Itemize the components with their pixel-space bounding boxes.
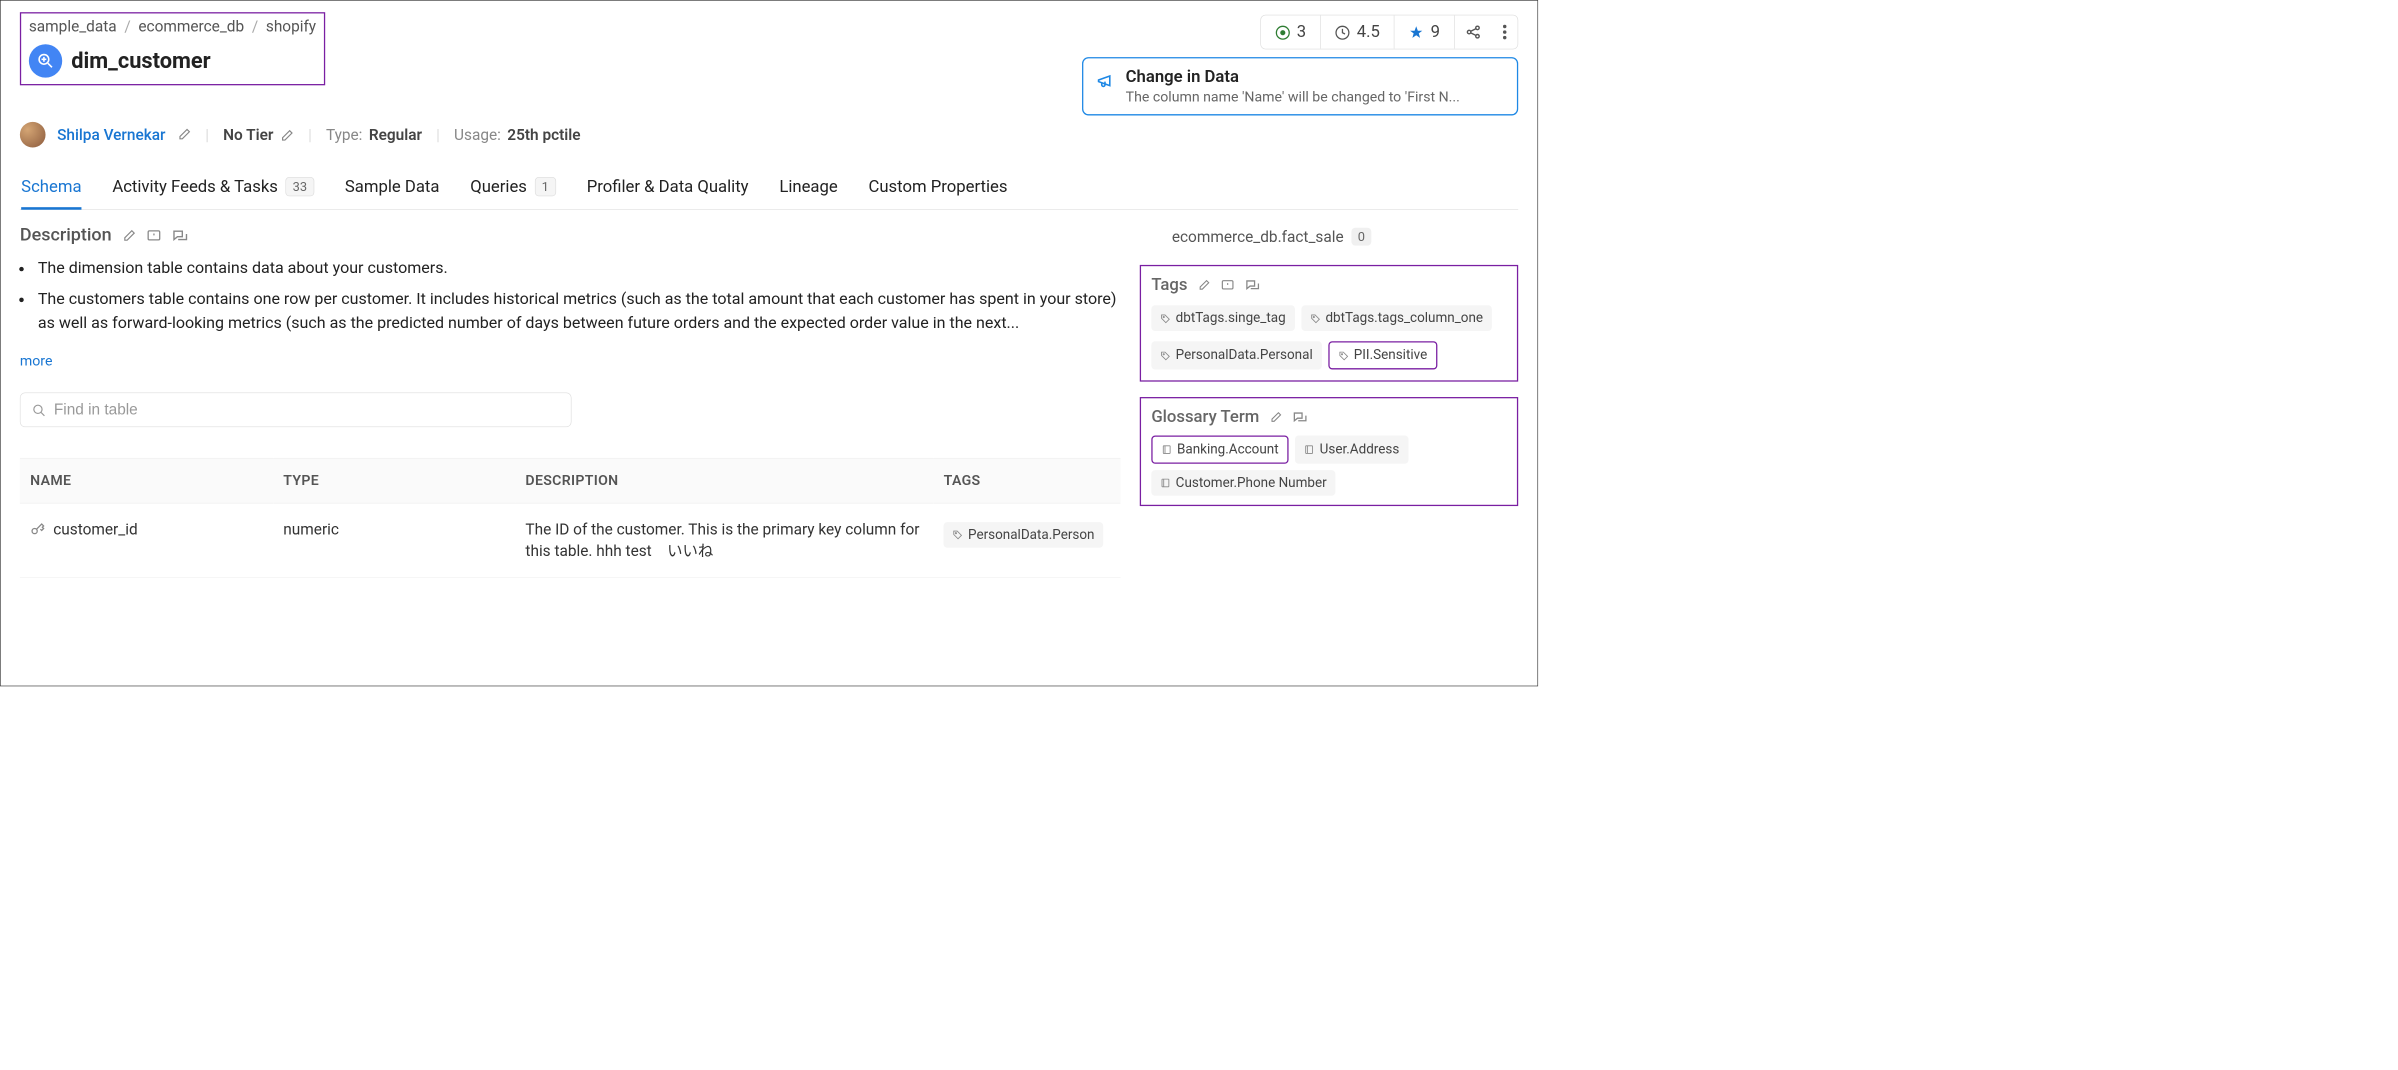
tier-value: No Tier xyxy=(223,126,273,144)
edit-owner-icon[interactable] xyxy=(177,128,191,142)
action-bar: 3 4.5 9 xyxy=(1260,15,1518,50)
col-header-name[interactable]: NAME xyxy=(20,458,273,503)
tag-icon xyxy=(1160,349,1170,362)
avg-value: 4.5 xyxy=(1357,22,1380,41)
glossary-item[interactable]: Banking.Account xyxy=(1151,436,1289,464)
glossary-conversation-icon[interactable] xyxy=(1293,407,1308,426)
edit-description-icon[interactable] xyxy=(122,224,136,245)
bigquery-icon xyxy=(29,44,62,77)
divider: | xyxy=(436,126,440,144)
request-description-icon[interactable] xyxy=(146,224,161,245)
tab-custom-properties[interactable]: Custom Properties xyxy=(868,169,1007,209)
book-icon xyxy=(1304,442,1314,457)
clock-icon xyxy=(1335,22,1350,41)
breadcrumb-separator: / xyxy=(124,17,130,35)
stars-stat[interactable]: 9 xyxy=(1395,15,1455,48)
tags-panel: Tags dbtTags.singe_tag dbtTags.tags_colu… xyxy=(1140,265,1518,382)
tab-profiler[interactable]: Profiler & Data Quality xyxy=(587,169,749,209)
megaphone-icon xyxy=(1096,69,1115,106)
check-circle-icon xyxy=(1275,22,1290,41)
avatar[interactable] xyxy=(20,122,46,148)
col-header-desc[interactable]: DESCRIPTION xyxy=(515,458,933,503)
book-icon xyxy=(1160,475,1170,490)
tag-icon xyxy=(1160,311,1170,324)
type-item: Type: Regular xyxy=(326,126,422,144)
col-header-tags[interactable]: TAGS xyxy=(933,458,1120,503)
edit-tier-icon[interactable] xyxy=(280,126,294,144)
column-name: customer_id xyxy=(53,520,137,538)
tag-item[interactable]: dbtTags.tags_column_one xyxy=(1301,305,1492,331)
more-link[interactable]: more xyxy=(20,353,53,369)
glossary-panel: Glossary Term Banking.Account User.Addre… xyxy=(1140,397,1518,506)
column-type: numeric xyxy=(273,503,515,577)
tag-icon xyxy=(1310,311,1320,324)
request-tags-icon[interactable] xyxy=(1221,275,1235,294)
search-icon xyxy=(32,401,46,419)
description-bullet: The customers table contains one row per… xyxy=(33,287,1121,335)
related-count: 0 xyxy=(1351,228,1371,246)
search-box[interactable] xyxy=(20,392,572,427)
star-icon xyxy=(1409,22,1424,41)
tests-count: 3 xyxy=(1297,22,1306,41)
owner-name[interactable]: Shilpa Vernekar xyxy=(57,126,165,144)
glossary-header: Glossary Term xyxy=(1151,407,1259,426)
tab-activity-count: 33 xyxy=(286,177,315,196)
announcement-text: The column name 'Name' will be changed t… xyxy=(1126,89,1504,105)
tag-item[interactable]: PII.Sensitive xyxy=(1328,341,1437,369)
breadcrumb: sample_data / ecommerce_db / shopify xyxy=(29,17,316,35)
tag-icon xyxy=(953,528,963,541)
conversation-icon[interactable] xyxy=(172,224,189,245)
tab-sample-data[interactable]: Sample Data xyxy=(345,169,440,209)
glossary-item[interactable]: User.Address xyxy=(1295,436,1408,464)
edit-glossary-icon[interactable] xyxy=(1270,407,1283,426)
description-header: Description xyxy=(20,224,1121,245)
related-entity[interactable]: ecommerce_db.fact_sale 0 xyxy=(1140,224,1518,250)
tag-item[interactable]: PersonalData.Personal xyxy=(1151,341,1321,369)
breadcrumb-schema[interactable]: ecommerce_db xyxy=(138,17,244,35)
book-icon xyxy=(1162,442,1172,457)
schema-table: NAME TYPE DESCRIPTION TAGS customer_id xyxy=(20,458,1121,578)
tags-conversation-icon[interactable] xyxy=(1245,275,1260,294)
announcement-title: Change in Data xyxy=(1126,67,1504,86)
column-tag[interactable]: PersonalData.Person xyxy=(944,522,1104,548)
divider: | xyxy=(205,126,209,144)
tab-activity[interactable]: Activity Feeds & Tasks 33 xyxy=(112,169,314,209)
page-title: dim_customer xyxy=(71,48,210,74)
key-icon xyxy=(30,520,45,538)
breadcrumb-separator: / xyxy=(252,17,258,35)
tier-item: No Tier xyxy=(223,126,294,144)
column-desc: The ID of the customer. This is the prim… xyxy=(515,503,933,577)
tab-lineage[interactable]: Lineage xyxy=(779,169,837,209)
tests-stat[interactable]: 3 xyxy=(1261,15,1321,48)
tags-header: Tags xyxy=(1151,275,1187,294)
table-row[interactable]: customer_id numeric The ID of the custom… xyxy=(20,503,1121,577)
description-body: The dimension table contains data about … xyxy=(33,257,1121,336)
col-header-type[interactable]: TYPE xyxy=(273,458,515,503)
breadcrumb-title-highlight: sample_data / ecommerce_db / shopify dim… xyxy=(20,12,325,85)
tab-schema[interactable]: Schema xyxy=(21,169,81,209)
tab-queries[interactable]: Queries 1 xyxy=(470,169,556,209)
glossary-item[interactable]: Customer.Phone Number xyxy=(1151,470,1335,496)
edit-tags-icon[interactable] xyxy=(1198,275,1211,294)
description-bullet: The dimension table contains data about … xyxy=(33,257,1121,281)
avg-stat[interactable]: 4.5 xyxy=(1321,15,1395,48)
announcement-banner[interactable]: Change in Data The column name 'Name' wi… xyxy=(1082,57,1518,115)
more-menu-button[interactable] xyxy=(1492,15,1518,48)
tag-icon xyxy=(1338,349,1348,362)
search-input[interactable] xyxy=(54,401,559,419)
tabs: Schema Activity Feeds & Tasks 33 Sample … xyxy=(20,169,1518,209)
divider: | xyxy=(308,126,312,144)
breadcrumb-catalog[interactable]: shopify xyxy=(266,17,316,35)
breadcrumb-db[interactable]: sample_data xyxy=(29,17,117,35)
usage-item: Usage: 25th pctile xyxy=(454,126,581,144)
share-button[interactable] xyxy=(1455,15,1492,48)
tag-item[interactable]: dbtTags.singe_tag xyxy=(1151,305,1294,331)
tab-queries-count: 1 xyxy=(535,177,556,196)
stars-value: 9 xyxy=(1431,22,1440,41)
